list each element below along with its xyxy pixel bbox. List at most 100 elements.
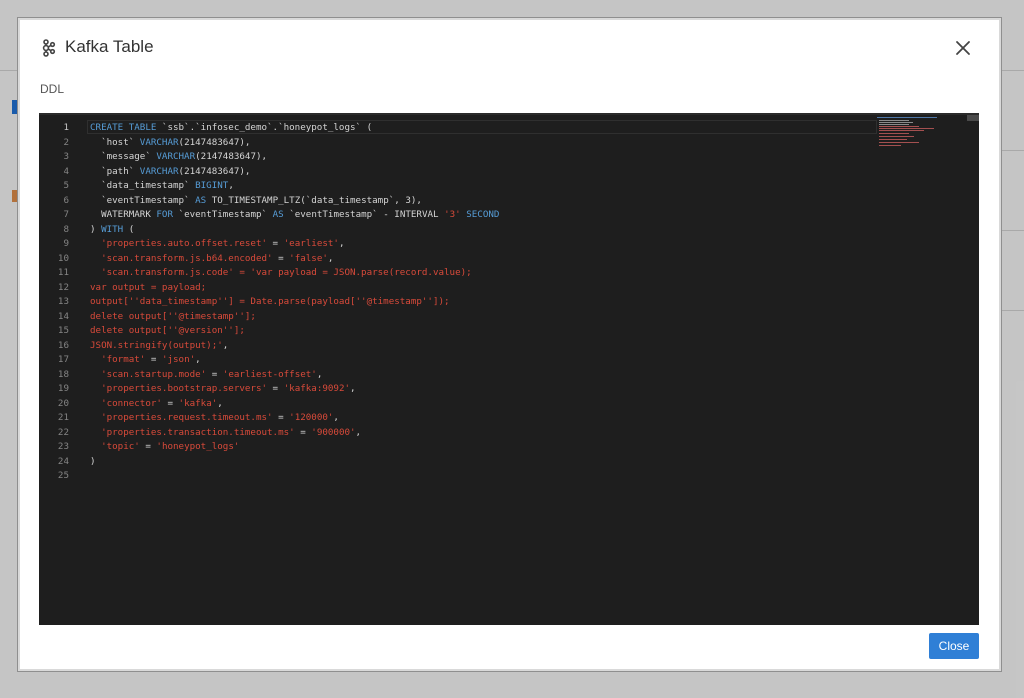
code-line[interactable]: 23 'topic' = 'honeypot_logs' xyxy=(39,440,499,455)
code-line[interactable]: 20 'connector' = 'kafka', xyxy=(39,397,499,412)
code-line[interactable]: 10 'scan.transform.js.b64.encoded' = 'fa… xyxy=(39,252,499,267)
line-number: 10 xyxy=(57,252,69,264)
line-text: delete output[''@version'']; xyxy=(69,324,245,339)
code-token: = xyxy=(206,368,223,380)
line-number: 4 xyxy=(63,165,69,177)
code-line[interactable]: 17 'format' = 'json', xyxy=(39,353,499,368)
code-line[interactable]: 5 `data_timestamp` BIGINT, xyxy=(39,179,499,194)
code-token: , xyxy=(350,383,356,394)
line-text: 'properties.bootstrap.servers' = 'kafka:… xyxy=(69,382,356,397)
code-line[interactable]: 24) xyxy=(39,455,499,470)
code-token: , xyxy=(195,354,201,365)
code-token: 'json' xyxy=(161,354,196,365)
line-text: 'connector' = 'kafka', xyxy=(69,397,223,412)
line-text: WATERMARK FOR `eventTimestamp` AS `event… xyxy=(69,208,499,223)
code-content[interactable]: 1 CREATE TABLE `ssb`.`infosec_demo`.`hone… xyxy=(39,121,500,484)
line-text xyxy=(69,469,90,484)
line-number: 19 xyxy=(57,383,69,394)
code-line[interactable]: 8) WITH ( xyxy=(39,223,499,238)
line-text: `message` VARCHAR(2147483647), xyxy=(69,150,267,165)
code-line[interactable]: 12 var output = payload; xyxy=(39,281,499,296)
code-line[interactable]: 16 JSON.stringify(output);', xyxy=(39,339,499,354)
editor-top-border xyxy=(39,113,979,115)
code-token: ) xyxy=(90,455,96,467)
line-text: 'scan.transform.js.code' = 'var payload … xyxy=(69,266,472,281)
code-token: `data_timestamp` xyxy=(90,180,196,191)
code-token: CREATE TABLE xyxy=(90,122,162,133)
code-token: = xyxy=(139,441,157,452)
code-line[interactable]: 6 `eventTimestamp` AS TO_TIMESTAMP_LTZ(`… xyxy=(39,194,499,209)
line-text: 'scan.startup.mode' = 'earliest-offset', xyxy=(69,368,322,383)
kafka-icon xyxy=(40,39,56,57)
code-token: SECOND xyxy=(460,209,500,220)
code-line[interactable]: 7 WATERMARK FOR `eventTimestamp` AS `eve… xyxy=(39,208,499,223)
code-line[interactable]: 19 'properties.bootstrap.servers' = 'kaf… xyxy=(39,382,499,397)
code-token: = xyxy=(294,426,312,438)
code-line[interactable]: 9 'properties.auto.offset.reset' = 'earl… xyxy=(39,237,499,252)
line-number: 8 xyxy=(63,223,69,235)
code-token: = xyxy=(161,397,179,409)
line-text: JSON.stringify(output);', xyxy=(69,339,228,354)
line-text: delete output[''@timestamp'']; xyxy=(69,310,256,325)
code-line[interactable]: 3 `message` VARCHAR(2147483647), xyxy=(39,150,499,165)
code-token: TO_TIMESTAMP_LTZ(`data_timestamp`, 3), xyxy=(206,194,422,206)
line-number: 22 xyxy=(57,426,69,438)
kafka-table-modal: Kafka Table DDL 1 CREATE TABLE `ssb`.`inf… xyxy=(17,17,1002,672)
editor-minimap[interactable] xyxy=(877,115,967,151)
code-line[interactable]: 21 'properties.request.timeout.ms' = '12… xyxy=(39,411,499,426)
code-token: WITH xyxy=(101,223,124,235)
code-token: = xyxy=(272,412,290,423)
code-token: delete output[''@timestamp'']; xyxy=(90,310,256,322)
code-token: BIGINT xyxy=(195,180,229,191)
code-token: 'scan.transform.js.b64.encoded' xyxy=(90,252,273,264)
code-token: 'kafka:9092' xyxy=(283,383,351,394)
code-line[interactable]: 15 delete output[''@version'']; xyxy=(39,324,499,339)
code-token: ( xyxy=(123,223,135,235)
code-token: 'format' xyxy=(90,354,146,365)
line-number: 11 xyxy=(57,267,69,278)
line-text: 'topic' = 'honeypot_logs' xyxy=(69,440,239,455)
code-token: , xyxy=(217,397,223,409)
line-number: 6 xyxy=(63,194,69,206)
code-line[interactable]: 2 `host` VARCHAR(2147483647), xyxy=(39,136,499,151)
code-token: `eventTimestamp` xyxy=(173,209,273,220)
code-token: 'connector' xyxy=(90,397,162,409)
code-token: (2147483647), xyxy=(195,151,268,162)
line-number: 21 xyxy=(57,412,69,423)
code-token: 'scan.startup.mode' xyxy=(90,368,207,380)
code-token: VARCHAR xyxy=(139,136,179,148)
line-number: 15 xyxy=(57,325,69,336)
code-token: `eventTimestamp` - INTERVAL xyxy=(283,209,445,220)
code-line[interactable]: 4 `path` VARCHAR(2147483647), xyxy=(39,165,499,180)
line-number: 9 xyxy=(63,238,69,249)
code-token: 'topic' xyxy=(90,441,140,452)
code-line[interactable]: 14 delete output[''@timestamp'']; xyxy=(39,310,499,325)
code-line[interactable]: 22 'properties.transaction.timeout.ms' =… xyxy=(39,426,499,441)
line-number: 12 xyxy=(57,281,69,293)
code-token: '3' xyxy=(444,209,461,220)
code-line[interactable]: 25 xyxy=(39,469,499,484)
code-editor[interactable]: 1 CREATE TABLE `ssb`.`infosec_demo`.`hone… xyxy=(39,113,979,625)
code-line[interactable]: 18 'scan.startup.mode' = 'earliest-offse… xyxy=(39,368,499,383)
line-text: `path` VARCHAR(2147483647), xyxy=(69,165,250,180)
code-token: 'properties.request.timeout.ms' xyxy=(90,412,273,423)
code-token: output[''data_timestamp''] = Date.parse(… xyxy=(90,296,450,307)
line-text: 'properties.request.timeout.ms' = '12000… xyxy=(69,411,339,426)
code-token: , xyxy=(338,238,345,249)
line-number: 13 xyxy=(57,296,69,307)
line-text: CREATE TABLE `ssb`.`infosec_demo`.`honey… xyxy=(69,121,372,136)
code-token: delete output[''@version'']; xyxy=(90,325,245,336)
editor-scrollbar[interactable] xyxy=(967,115,979,121)
code-line[interactable]: 11 'scan.transform.js.code' = 'var paylo… xyxy=(39,266,499,281)
line-number: 2 xyxy=(63,136,69,148)
close-icon[interactable] xyxy=(953,38,973,58)
code-token: (2147483647), xyxy=(178,165,251,177)
close-button[interactable]: Close xyxy=(929,633,979,659)
line-text: output[''data_timestamp''] = Date.parse(… xyxy=(69,295,450,310)
line-number: 18 xyxy=(57,368,69,380)
code-token: 'kafka' xyxy=(178,397,218,409)
code-token: = xyxy=(267,238,284,249)
code-token: 'properties.bootstrap.servers' xyxy=(90,383,268,394)
code-line[interactable]: 13 output[''data_timestamp''] = Date.pars… xyxy=(39,295,499,310)
code-line[interactable]: 1 CREATE TABLE `ssb`.`infosec_demo`.`hone… xyxy=(39,121,499,136)
